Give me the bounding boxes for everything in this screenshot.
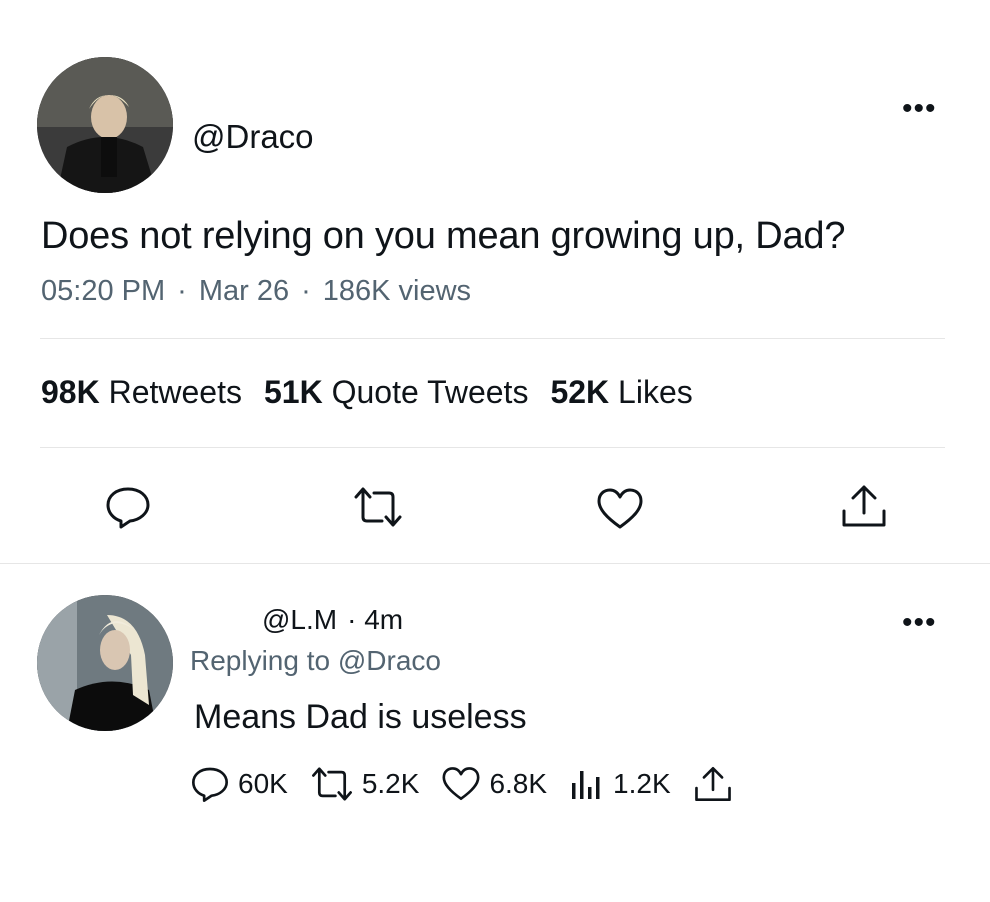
retweets-count: 98K	[41, 374, 100, 410]
replying-handle[interactable]: @Draco	[338, 645, 441, 676]
reply-avatar[interactable]	[37, 595, 173, 731]
replying-to: Replying to @Draco	[190, 645, 441, 677]
reply-like-button[interactable]: 6.8K	[441, 766, 547, 802]
quotes-stat[interactable]: 51K Quote Tweets	[264, 374, 528, 410]
reply-time[interactable]: · 4m	[347, 604, 403, 635]
reply-actions: 60K 5.2K 6.8K 1.2K	[190, 764, 763, 804]
reply-retweets-count: 5.2K	[361, 768, 420, 799]
likes-stat[interactable]: 52K Likes	[550, 374, 692, 410]
reply-views-button[interactable]: 1.2K	[569, 767, 671, 801]
reply-text: Means Dad is useless	[194, 698, 527, 736]
draco-avatar-image	[37, 57, 173, 193]
likes-count: 52K	[550, 374, 610, 410]
tweet-time[interactable]: 05:20 PM	[41, 275, 165, 307]
retweet-icon	[311, 767, 352, 801]
tweet-stats: 98K Retweets 51K Quote Tweets 52K Likes	[41, 374, 715, 411]
views-icon	[572, 771, 600, 799]
retweets-label: Retweets	[108, 374, 242, 410]
reply-handle[interactable]: @L.M	[262, 604, 337, 635]
like-icon	[442, 767, 480, 801]
quotes-count: 51K	[263, 374, 323, 410]
reply-likes-count: 6.8K	[489, 768, 548, 799]
reply-share-button[interactable]	[693, 765, 741, 803]
main-avatar[interactable]	[37, 57, 173, 193]
reply-retweet-button[interactable]: 5.2K	[310, 765, 420, 803]
tweet-meta: 05:20 PM · Mar 26 · 186K views	[41, 275, 472, 307]
divider-top	[40, 338, 945, 339]
reply-header: @L.M · 4m	[262, 604, 403, 636]
reply-reply-button[interactable]: 60K	[190, 764, 288, 804]
reply-replies-count: 60K	[238, 768, 288, 799]
divider-middle	[40, 447, 945, 448]
share-icon	[694, 766, 731, 802]
lucius-avatar-image	[37, 595, 173, 731]
share-button[interactable]	[840, 483, 888, 529]
tweet-text: Does not relying on you mean growing up,…	[41, 215, 846, 257]
tweet-date[interactable]: Mar 26	[199, 275, 289, 307]
retweet-button[interactable]	[352, 485, 404, 529]
retweet-icon	[354, 487, 402, 527]
more-options-icon[interactable]: •••	[902, 94, 937, 124]
reply-more-options-icon[interactable]: •••	[902, 608, 937, 638]
retweets-stat[interactable]: 98K Retweets	[41, 374, 242, 410]
share-icon	[842, 485, 886, 527]
reply-views-count: 1.2K	[613, 768, 671, 799]
reply-icon	[106, 487, 150, 529]
quotes-label: Quote Tweets	[331, 374, 529, 410]
reply-button[interactable]	[104, 483, 152, 531]
replying-prefix: Replying to	[190, 645, 331, 676]
like-button[interactable]	[596, 487, 644, 531]
tweet-views: 186K views	[322, 275, 472, 307]
divider-bottom	[0, 563, 990, 564]
likes-label: Likes	[618, 374, 693, 410]
like-icon	[597, 488, 643, 529]
tweet-handle[interactable]: @Draco	[192, 118, 314, 156]
reply-icon	[192, 767, 229, 802]
